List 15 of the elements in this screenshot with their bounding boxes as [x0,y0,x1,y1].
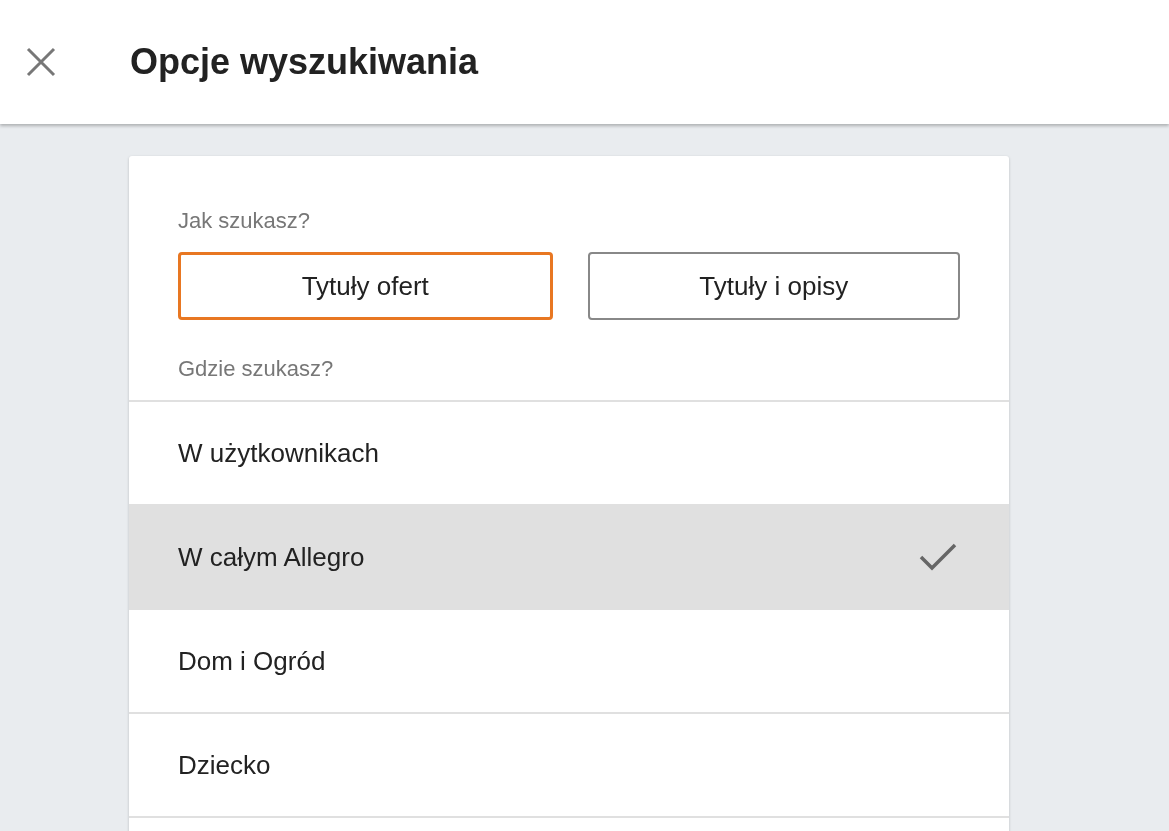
close-icon[interactable] [26,47,56,77]
scope-label: W użytkownikach [178,437,379,469]
search-mode-button[interactable]: Tytuły ofert [178,252,553,320]
page-title: Opcje wyszukiwania [130,41,479,83]
search-mode-button[interactable]: Tytuły i opisy [587,252,960,320]
scope-list-item[interactable]: W użytkownikach [129,402,1009,506]
scope-list-item[interactable]: W całym Allegro [129,506,1009,610]
section-label: Gdzie szukasz? [178,356,334,382]
check-icon [919,542,957,572]
scope-list-item[interactable]: Dom i Ogród [129,610,1009,714]
scope-list-item[interactable]: Dziecko [129,714,1009,818]
scope-label: Dziecko [178,749,271,781]
section-label: Jak szukasz? [178,208,311,234]
scope-label: Dom i Ogród [178,645,326,677]
scope-label: W całym Allegro [178,541,365,573]
